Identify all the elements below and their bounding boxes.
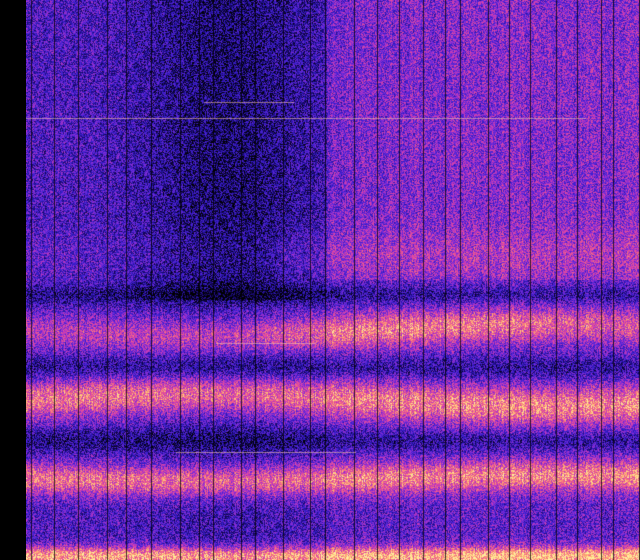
spectrogram-image [26,0,640,560]
spectrogram-view [0,0,640,560]
left-margin [0,0,26,560]
spectrogram-canvas [26,0,640,560]
